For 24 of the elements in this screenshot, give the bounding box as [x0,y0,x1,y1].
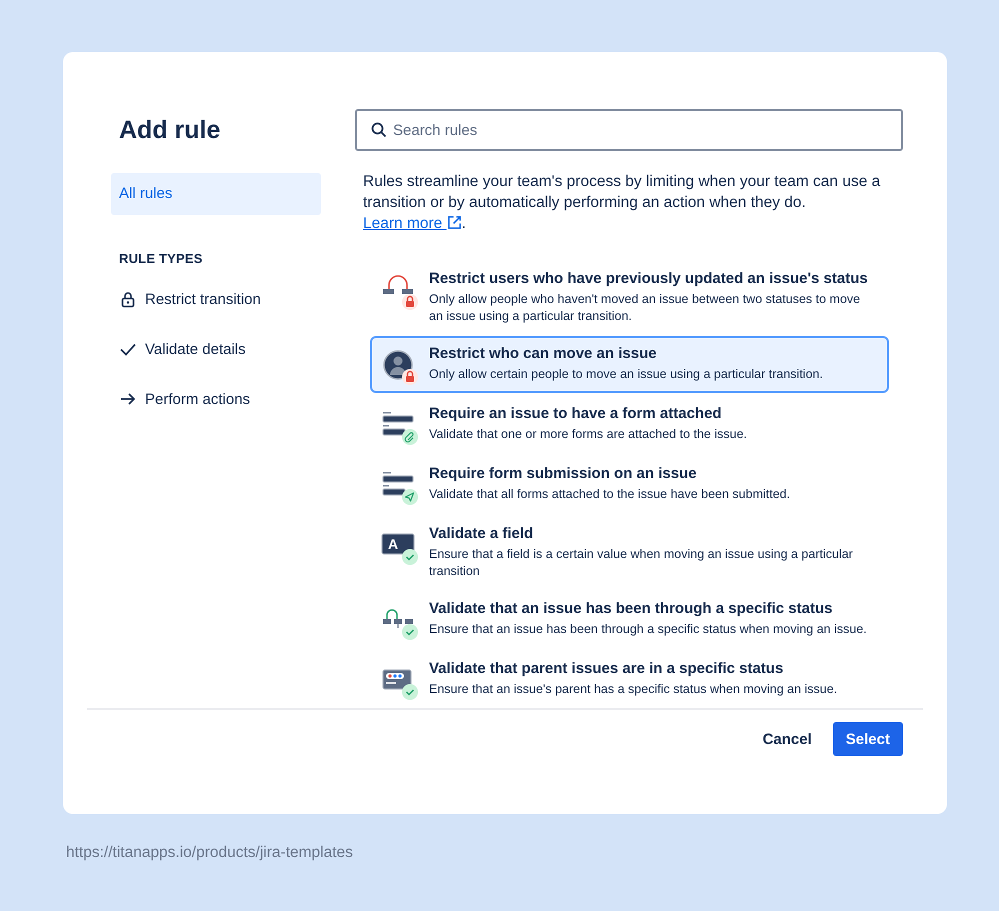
status-lock-icon [381,273,418,310]
select-button[interactable]: Select [832,722,903,756]
user-lock-icon [381,348,418,385]
search-field[interactable]: Search rules [355,109,903,151]
rule-type-item[interactable]: Perform actions [111,374,321,424]
learn-more-link[interactable]: Learn more [363,215,462,232]
rule-option[interactable]: Require an issue to have a form attached Validate that one or more forms are attached to the issue. [370,396,889,453]
sidebar-item[interactable]: All rules [111,173,321,215]
lock-icon [119,290,137,308]
rule-option[interactable]: Validate that parent issues are in a specific status Ensure that an issue's parent has a specific status when moving an issue. [370,651,889,708]
rule-option[interactable]: Require form submission on an issue Validate that all forms attached to the issue have been submitted. [370,456,889,513]
rule-option[interactable]: A Validate a field Ensure that a field is a certain value when moving an issue using a particular transition [370,516,889,588]
source-url: https://titanapps.io/products/jira-templates [66,844,353,861]
section-heading: RULE TYPES [119,251,204,266]
cancel-button[interactable]: Cancel [750,722,825,756]
rule-type-item[interactable]: Restrict transition [111,274,321,324]
external-link-icon [446,215,462,230]
rule-option[interactable]: Restrict users who have previously updated an issue's status Only allow people who haven't moved an issue between two statuses to move an issue using a particular transition. [370,261,889,333]
dialog-title: Add rule [119,115,222,146]
search-icon [371,122,387,138]
rule-option[interactable]: Validate that an issue has been through a specific status Ensure that an issue has been through a specific status when moving an issue. [370,591,889,648]
description-text: Rules streamline your team's process by limiting when your team can use a transition or by automatically performing an action when they do. Learn more . [363,172,882,234]
rule-type-item[interactable]: Validate details [111,324,321,374]
rule-option[interactable]: Restrict who can move an issue Only allow certain people to move an issue using a particular transition. [370,336,889,393]
